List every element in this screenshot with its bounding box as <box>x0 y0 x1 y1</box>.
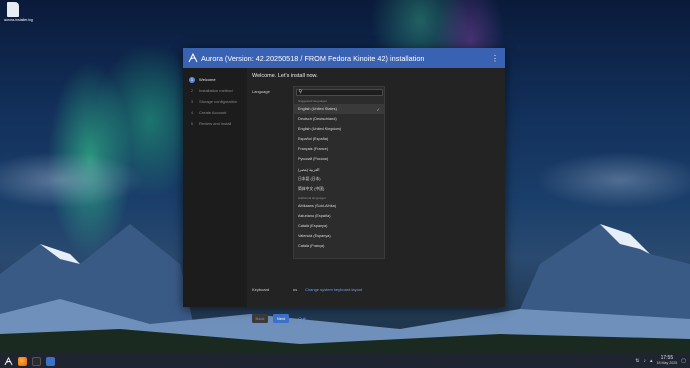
step-welcome[interactable]: 1 Welcome <box>183 74 247 85</box>
step-label: Storage configuration <box>199 99 238 104</box>
language-option[interactable]: 简体中文 (中国) <box>294 184 384 194</box>
language-option-label: Català (França) <box>298 244 325 248</box>
step-installation-method[interactable]: 2 Installation method <box>183 85 247 96</box>
footer-buttons: Back Next Quit <box>252 314 310 323</box>
language-option-label: Valencià (Espanya) <box>298 234 331 238</box>
language-option[interactable]: Afrikaans (Suid-Afrika) <box>294 201 384 211</box>
next-button[interactable]: Next <box>273 314 289 323</box>
window-title: Aurora (Version: 42.20250518 / FROM Fedo… <box>201 53 425 63</box>
language-option-label: Afrikaans (Suid-Afrika) <box>298 204 336 208</box>
language-option[interactable]: Català (Espanya) <box>294 221 384 231</box>
step-label: Welcome <box>199 77 216 82</box>
suggested-languages-header: Suggested languages <box>298 99 328 103</box>
step-number: 1 <box>189 76 195 83</box>
language-option-label: Deutsch (Deutschland) <box>298 117 337 121</box>
main-content: Welcome. Let's install now. Language ⚲ S… <box>247 68 505 323</box>
language-option[interactable]: Deutsch (Deutschland) <box>294 114 384 124</box>
language-option[interactable]: Français (France) <box>294 144 384 154</box>
desktop-file-icon[interactable]: aurora-installer.log <box>4 2 33 22</box>
checkmark-icon: ✓ <box>376 106 380 112</box>
language-list: ⚲ Suggested languages English (United St… <box>293 86 385 259</box>
clock-date: 18 May 2025 <box>656 361 678 365</box>
language-option[interactable]: Español (España) <box>294 134 384 144</box>
clock[interactable]: 17:55 18 May 2025 <box>656 356 677 366</box>
terminal-icon[interactable] <box>32 356 41 366</box>
language-option-label: 简体中文 (中国) <box>298 186 325 191</box>
keyboard-label: Keyboard <box>252 287 270 292</box>
window-titlebar[interactable]: Aurora (Version: 42.20250518 / FROM Fedo… <box>183 48 505 68</box>
desktop-file-label: aurora-installer.log <box>4 18 33 22</box>
language-option-label: English (United States) <box>298 107 337 111</box>
language-option[interactable]: 日本語 (日本) <box>294 174 384 184</box>
language-option-label: Català (Espanya) <box>298 224 328 228</box>
step-number: 4 <box>191 110 193 115</box>
language-option[interactable]: English (United States) ✓ <box>294 104 384 114</box>
steps-sidebar: 1 Welcome 2 Installation method 3 Storag… <box>183 68 247 307</box>
language-option-label: English (United Kingdom) <box>298 127 342 131</box>
language-option[interactable]: Valencià (Espanya) <box>294 231 384 241</box>
language-option[interactable]: English (United Kingdom) <box>294 124 384 134</box>
step-number: 2 <box>191 88 193 93</box>
language-option[interactable]: Русский (Россия) <box>294 154 384 164</box>
quit-button[interactable]: Quit <box>294 314 310 323</box>
taskbar: ⇅ ♪ ▴ 17:55 18 May 2025 ▢ <box>0 354 690 368</box>
language-option[interactable]: Català (França) <box>294 241 384 251</box>
show-desktop-icon[interactable]: ▢ <box>681 358 686 364</box>
search-icon: ⚲ <box>298 89 303 95</box>
language-option-label: Français (France) <box>298 147 328 151</box>
language-option[interactable]: Asturianu (España) <box>294 211 384 221</box>
kebab-menu-icon[interactable]: ⋮ <box>490 54 500 63</box>
firefox-icon[interactable] <box>18 356 27 366</box>
language-option-label: 日本語 (日本) <box>298 176 321 181</box>
keyboard-value: us <box>293 287 298 292</box>
step-label: Installation method <box>199 88 233 93</box>
language-option-label: Русский (Россия) <box>298 157 329 161</box>
keyboard-row: Keyboard us Change system keyboard layou… <box>252 287 362 292</box>
step-label: Create Account <box>199 110 227 115</box>
step-label: Review and install <box>199 121 232 126</box>
installer-window: Aurora (Version: 42.20250518 / FROM Fedo… <box>183 48 505 323</box>
language-option[interactable]: العربية (مصر) <box>294 164 384 174</box>
change-keyboard-link[interactable]: Change system keyboard layout <box>305 287 362 292</box>
notifications-icon[interactable]: ▴ <box>650 358 653 364</box>
language-search-input[interactable]: ⚲ <box>295 88 383 96</box>
document-icon <box>7 2 19 17</box>
step-number: 3 <box>191 99 193 104</box>
step-review-and-install[interactable]: 5 Review and install <box>183 118 247 129</box>
language-label: Language <box>252 89 270 94</box>
step-storage-configuration[interactable]: 3 Storage configuration <box>183 96 247 107</box>
additional-languages-header: Additional languages <box>298 196 326 200</box>
language-option-label: العربية (مصر) <box>298 167 320 172</box>
page-title: Welcome. Let's install now. <box>252 73 318 79</box>
volume-icon[interactable]: ♪ <box>643 358 646 364</box>
language-option-label: Español (España) <box>298 137 329 141</box>
aurora-logo-icon <box>188 53 198 63</box>
app-launcher-icon[interactable] <box>4 356 13 366</box>
language-option-label: Asturianu (España) <box>298 214 331 218</box>
step-create-account[interactable]: 4 Create Account <box>183 107 247 118</box>
network-icon[interactable]: ⇅ <box>635 358 639 364</box>
system-tray: ⇅ ♪ ▴ 17:55 18 May 2025 ▢ <box>635 356 686 366</box>
step-number: 5 <box>191 121 193 126</box>
file-manager-icon[interactable] <box>46 356 55 366</box>
back-button[interactable]: Back <box>252 314 268 323</box>
